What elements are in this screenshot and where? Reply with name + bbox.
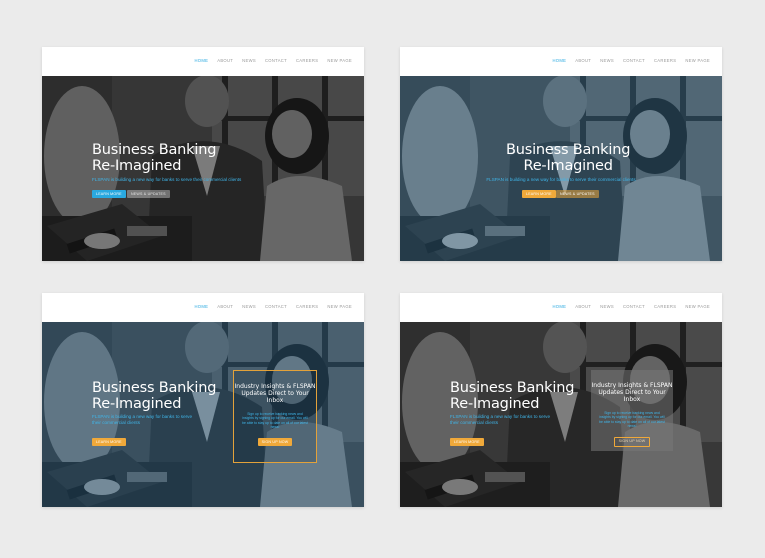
nav-home[interactable]: HOME <box>552 304 566 309</box>
nav-news[interactable]: NEWS <box>600 304 614 309</box>
main-nav: HOME ABOUT NEWS CONTACT CAREERS NEW PAGE <box>194 58 352 63</box>
signup-text: Sign up to receive banking news and insi… <box>242 412 308 430</box>
nav-new-page[interactable]: NEW PAGE <box>327 304 352 309</box>
header-bar: HOME ABOUT NEWS CONTACT CAREERS NEW PAGE <box>400 293 722 322</box>
nav-news[interactable]: NEWS <box>600 58 614 63</box>
hero-title-line2: Re-Imagined <box>92 158 182 174</box>
preview-card-3: HOME ABOUT NEWS CONTACT CAREERS NEW PAGE… <box>42 293 364 507</box>
preview-card-2: HOME ABOUT NEWS CONTACT CAREERS NEW PAGE… <box>400 47 722 261</box>
hero-title: Business Banking Re-Imagined <box>92 142 216 174</box>
hero-section: Business Banking Re-Imagined FLSPAN is b… <box>400 76 722 261</box>
nav-new-page[interactable]: NEW PAGE <box>685 58 710 63</box>
header-bar: HOME ABOUT NEWS CONTACT CAREERS NEW PAGE <box>400 47 722 76</box>
nav-careers[interactable]: CAREERS <box>296 304 318 309</box>
nav-careers[interactable]: CAREERS <box>296 58 318 63</box>
hero-title: Business Banking Re-Imagined <box>450 380 574 412</box>
nav-news[interactable]: NEWS <box>242 304 256 309</box>
main-nav: HOME ABOUT NEWS CONTACT CAREERS NEW PAGE <box>552 58 710 63</box>
hero-subtitle: FLSPAN is building a new way for banks t… <box>486 177 636 182</box>
nav-about[interactable]: ABOUT <box>575 58 591 63</box>
nav-contact[interactable]: CONTACT <box>265 304 287 309</box>
learn-more-button[interactable]: LEARN MORE <box>92 438 126 446</box>
nav-careers[interactable]: CAREERS <box>654 304 676 309</box>
news-updates-button[interactable]: NEWS & UPDATES <box>556 190 599 198</box>
hero-title: Business Banking Re-Imagined <box>92 380 216 412</box>
signup-heading: Industry Insights & FLSPAN Updates Direc… <box>234 383 316 404</box>
nav-home[interactable]: HOME <box>194 304 208 309</box>
signup-heading: Industry Insights & FLSPAN Updates Direc… <box>591 382 673 403</box>
sign-up-button[interactable]: SIGN UP NOW <box>257 437 293 446</box>
hero-title-line2: Re-Imagined <box>523 158 613 174</box>
header-bar: HOME ABOUT NEWS CONTACT CAREERS NEW PAGE <box>42 293 364 322</box>
hero-title-line1: Business Banking <box>450 380 575 396</box>
nav-new-page[interactable]: NEW PAGE <box>685 304 710 309</box>
newsletter-signup-box: Industry Insights & FLSPAN Updates Direc… <box>233 370 317 463</box>
newsletter-signup-box: Industry Insights & FLSPAN Updates Direc… <box>591 370 673 451</box>
nav-home[interactable]: HOME <box>194 58 208 63</box>
hero-section: Business Banking Re-Imagined FLSPAN is b… <box>400 322 722 507</box>
nav-new-page[interactable]: NEW PAGE <box>327 58 352 63</box>
learn-more-button[interactable]: LEARN MORE <box>92 190 126 198</box>
hero-subtitle: FLSPAN is building a new way for banks t… <box>92 177 242 182</box>
hero-overlay <box>400 322 722 507</box>
main-nav: HOME ABOUT NEWS CONTACT CAREERS NEW PAGE <box>194 304 352 309</box>
hero-section: Business Banking Re-Imagined FLSPAN is b… <box>42 76 364 261</box>
signup-text: Sign up to receive banking news and insi… <box>599 411 665 429</box>
nav-about[interactable]: ABOUT <box>217 304 233 309</box>
learn-more-button[interactable]: LEARN MORE <box>450 438 484 446</box>
hero-title-line1: Business Banking <box>506 142 631 158</box>
preview-card-1: HOME ABOUT NEWS CONTACT CAREERS NEW PAGE… <box>42 47 364 261</box>
nav-home[interactable]: HOME <box>552 58 566 63</box>
nav-about[interactable]: ABOUT <box>575 304 591 309</box>
hero-title-line1: Business Banking <box>92 142 217 158</box>
nav-news[interactable]: NEWS <box>242 58 256 63</box>
header-bar: HOME ABOUT NEWS CONTACT CAREERS NEW PAGE <box>42 47 364 76</box>
hero-title-line1: Business Banking <box>92 380 217 396</box>
news-updates-button[interactable]: NEWS & UPDATES <box>127 190 170 198</box>
nav-contact[interactable]: CONTACT <box>623 58 645 63</box>
preview-card-4: HOME ABOUT NEWS CONTACT CAREERS NEW PAGE… <box>400 293 722 507</box>
hero-subtitle: FLSPAN is building a new way for banks t… <box>450 414 551 425</box>
hero-title: Business Banking Re-Imagined <box>506 142 630 174</box>
hero-section: Business Banking Re-Imagined FLSPAN is b… <box>42 322 364 507</box>
nav-contact[interactable]: CONTACT <box>265 58 287 63</box>
hero-title-line2: Re-Imagined <box>92 396 182 412</box>
sign-up-button[interactable]: SIGN UP NOW <box>613 436 651 447</box>
hero-subtitle: FLSPAN is building a new way for banks t… <box>92 414 193 425</box>
main-nav: HOME ABOUT NEWS CONTACT CAREERS NEW PAGE <box>552 304 710 309</box>
hero-title-line2: Re-Imagined <box>450 396 540 412</box>
nav-careers[interactable]: CAREERS <box>654 58 676 63</box>
learn-more-button[interactable]: LEARN MORE <box>522 190 556 198</box>
nav-contact[interactable]: CONTACT <box>623 304 645 309</box>
nav-about[interactable]: ABOUT <box>217 58 233 63</box>
